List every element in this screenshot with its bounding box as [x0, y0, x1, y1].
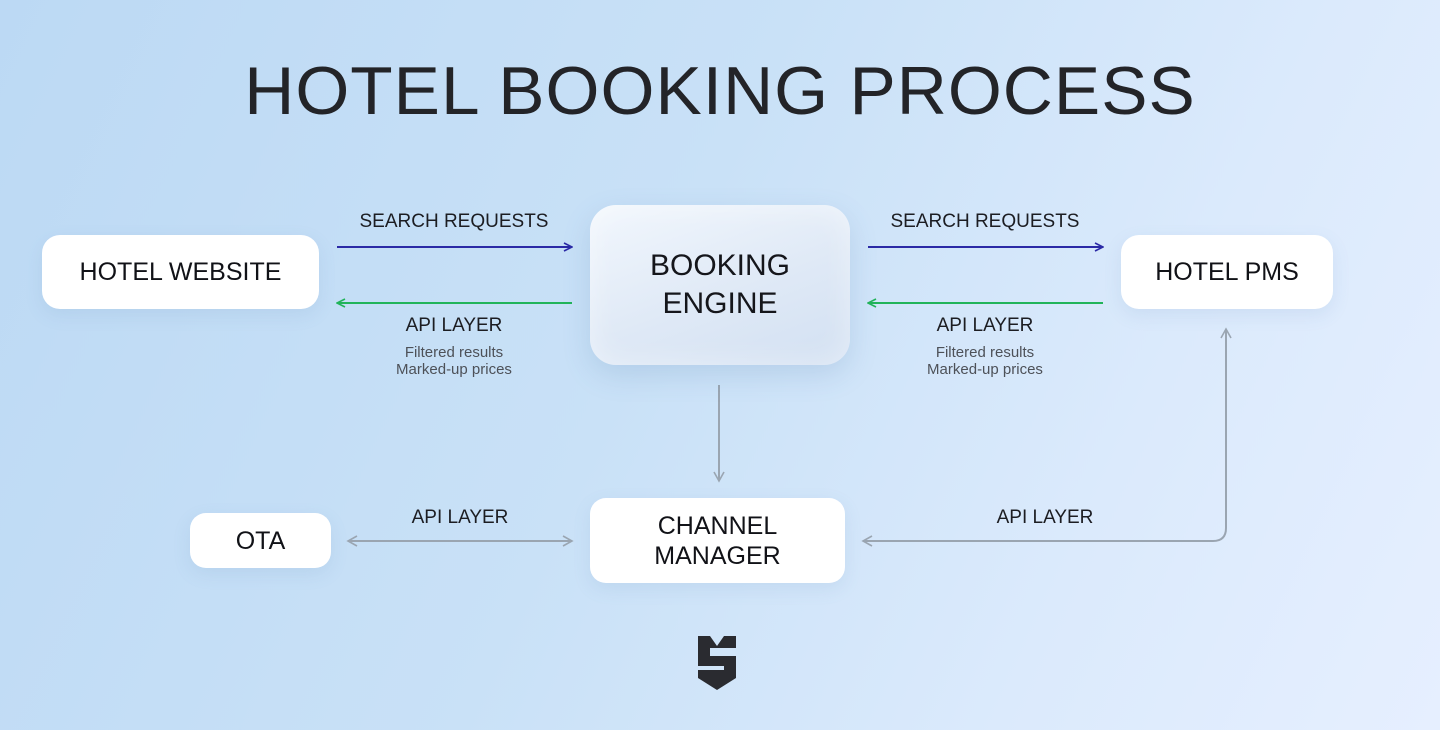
node-ota: OTA — [190, 513, 331, 568]
note-left-marked-up-prices: Marked-up prices — [396, 361, 512, 378]
s-shield-logo-icon — [698, 636, 736, 690]
note-left-filtered-results: Filtered results — [404, 344, 504, 361]
note-right-filtered-results: Filtered results — [935, 344, 1035, 361]
note-right-marked-up-prices: Marked-up prices — [927, 361, 1043, 378]
label-right-search-requests: SEARCH REQUESTS — [890, 211, 1080, 232]
label-left-api-layer: API LAYER — [405, 315, 503, 336]
label-right-api-layer: API LAYER — [936, 315, 1034, 336]
node-booking-engine: BOOKING ENGINE — [590, 205, 850, 365]
label-left-search-requests: SEARCH REQUESTS — [359, 211, 549, 232]
node-hotel-pms: HOTEL PMS — [1121, 235, 1333, 309]
connector-arrows — [0, 0, 1232, 547]
node-channel-manager: CHANNEL MANAGER — [590, 498, 845, 583]
label-pms-api-layer: API LAYER — [996, 507, 1094, 528]
label-ota-api-layer: API LAYER — [411, 507, 509, 528]
node-hotel-website: HOTEL WEBSITE — [42, 235, 319, 309]
